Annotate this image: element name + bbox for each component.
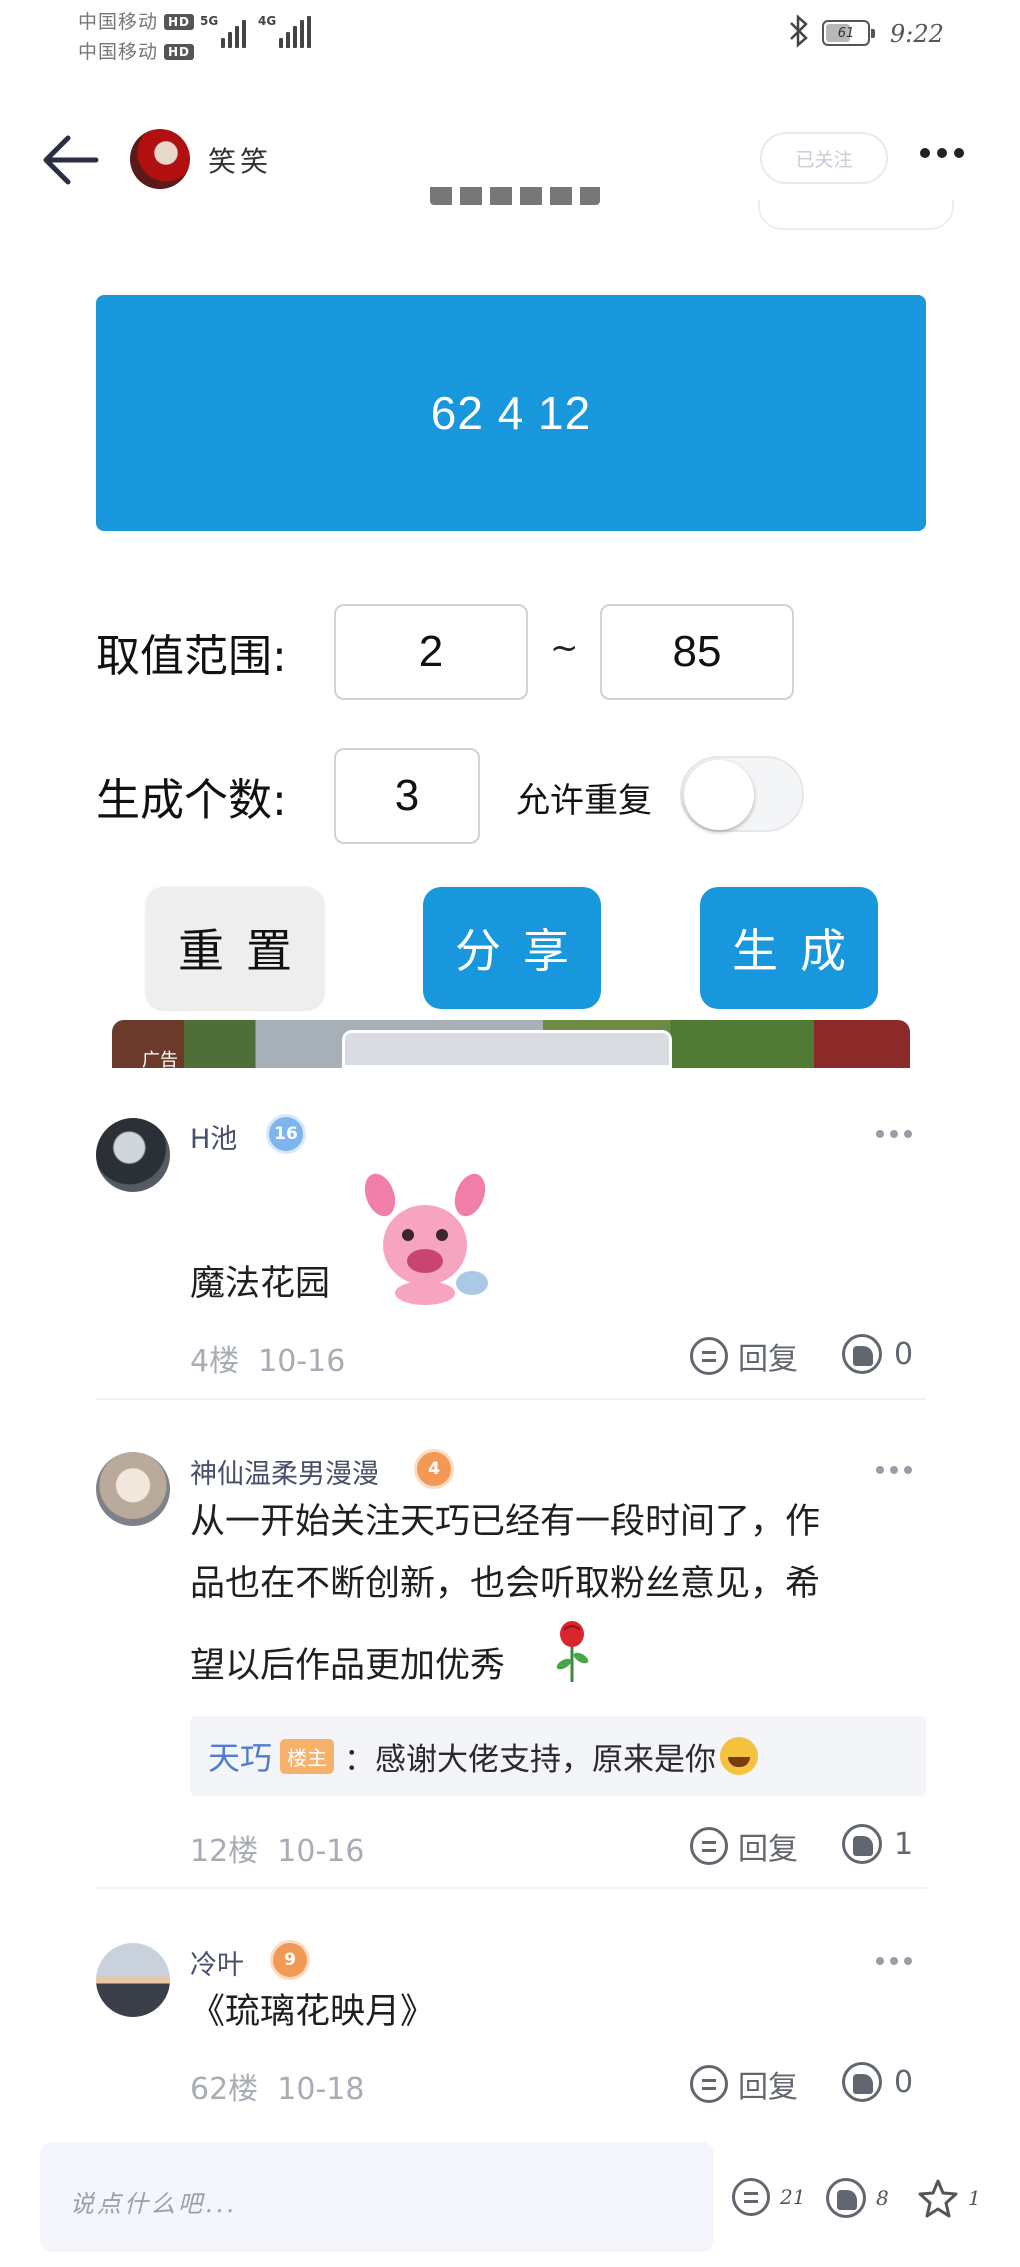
signal-4g-icon: 4G: [258, 14, 312, 48]
avatar[interactable]: [96, 1943, 170, 2017]
author-reply[interactable]: 天巧 楼主 ： 感谢大佬支持，原来是你: [190, 1716, 926, 1796]
avatar[interactable]: [96, 1118, 170, 1192]
comment-icon: [732, 2178, 770, 2216]
clipped-pill-decoration: [758, 200, 954, 230]
axolotl-sticker-icon: [364, 1173, 488, 1305]
ad-banner-art: [342, 1030, 672, 1068]
star-icon: [918, 2179, 958, 2218]
allow-repeat-toggle[interactable]: [680, 756, 804, 832]
like-button[interactable]: 0: [842, 2062, 913, 2102]
status-bar: 中国移动 HD 中国移动 HD 5G 4G 61 9:22: [0, 0, 1020, 70]
reply-text: 感谢大佬支持，原来是你: [375, 1741, 717, 1778]
comment-text-line-3: 望以后作品更加优秀: [190, 1646, 506, 1686]
bottom-action-bar: 说点什么吧... 21 8 1: [0, 2130, 1020, 2267]
generate-button[interactable]: 生成: [700, 887, 878, 1009]
range-separator: ~: [550, 628, 579, 668]
comment-text-line-2: 品也在不断创新，也会听取粉丝意见，希: [190, 1564, 821, 1604]
like-button[interactable]: 1: [842, 1824, 913, 1864]
comment-more-icon[interactable]: [876, 1130, 912, 1138]
bluetooth-icon: [788, 14, 810, 55]
like-button[interactable]: 0: [842, 1334, 913, 1374]
thumb-up-icon: [842, 2062, 882, 2102]
comment-more-icon[interactable]: [876, 1466, 912, 1474]
comment-date: 10-16: [258, 1344, 346, 1379]
author-name[interactable]: 笑笑: [208, 140, 272, 180]
comment-author[interactable]: H池: [190, 1117, 237, 1156]
rose-emoji-icon: [556, 1621, 589, 1682]
range-max-input[interactable]: 85: [600, 604, 794, 700]
comment-more-icon[interactable]: [876, 1957, 912, 1965]
carrier-1: 中国移动 HD: [78, 7, 195, 34]
comment-date: 10-16: [277, 1834, 365, 1869]
thumb-up-icon: [826, 2178, 866, 2218]
follow-button[interactable]: 已关注: [760, 132, 888, 184]
level-badge: 9: [270, 1940, 310, 1980]
reply-icon: [690, 1337, 728, 1375]
comment-author[interactable]: 神仙温柔男漫漫: [190, 1452, 379, 1491]
thumb-up-icon: [842, 1334, 882, 1374]
floor-number: 12楼: [190, 1834, 259, 1869]
floor-number: 62楼: [190, 2072, 259, 2107]
carrier-2: 中国移动 HD: [78, 37, 195, 64]
comment-text: 《琉璃花映月》: [190, 1992, 436, 2032]
comment-meta: 62楼 10-18: [190, 2064, 364, 2108]
signal-5g-icon: 5G: [200, 14, 247, 48]
reply-button[interactable]: 回复: [690, 1824, 798, 1868]
comment-date: 10-18: [277, 2072, 365, 2107]
count-input[interactable]: 3: [334, 748, 480, 844]
result-panel: 62 4 12: [96, 295, 926, 531]
range-min-input[interactable]: 2: [334, 604, 528, 700]
favorite-button[interactable]: 1: [918, 2178, 981, 2218]
reply-button[interactable]: 回复: [690, 1334, 798, 1378]
comments-count-button[interactable]: 21: [732, 2178, 805, 2216]
thumb-up-icon: [842, 1824, 882, 1864]
laugh-emoji-icon: [720, 1737, 759, 1775]
comment-text: 魔法花园: [190, 1264, 331, 1304]
comment-author[interactable]: 冷叶: [190, 1943, 244, 1982]
author-avatar[interactable]: [130, 129, 190, 189]
avatar[interactable]: [96, 1452, 170, 1526]
floor-number: 4楼: [190, 1344, 240, 1379]
result-numbers: 62 4 12: [430, 387, 592, 439]
comment-meta: 12楼 10-16: [190, 1826, 364, 1870]
comment-text-line-1: 从一开始关注天巧已经有一段时间了，作: [190, 1502, 821, 1542]
divider: [96, 1887, 926, 1889]
allow-repeat-label: 允许重复: [516, 781, 652, 821]
comment-input[interactable]: 说点什么吧...: [40, 2142, 714, 2252]
clock: 9:22: [890, 20, 944, 48]
ad-label: 广告: [142, 1050, 178, 1068]
reset-button[interactable]: 重置: [146, 887, 324, 1009]
owner-badge: 楼主: [280, 1738, 335, 1774]
like-count-button[interactable]: 8: [826, 2178, 889, 2218]
reply-icon: [690, 2065, 728, 2103]
reply-button[interactable]: 回复: [690, 2062, 798, 2106]
divider: [96, 1398, 926, 1400]
ad-banner[interactable]: 广告: [112, 1020, 910, 1068]
battery-icon: 61: [822, 20, 875, 46]
comment-meta: 4楼 10-16: [190, 1336, 345, 1380]
level-badge: 16: [266, 1114, 306, 1154]
count-label: 生成个数:: [96, 775, 287, 826]
level-badge: 4: [414, 1449, 454, 1489]
range-label: 取值范围:: [96, 631, 287, 682]
share-button[interactable]: 分享: [423, 887, 601, 1009]
reply-icon: [690, 1827, 728, 1865]
toggle-knob: [684, 760, 754, 830]
more-options-icon[interactable]: [920, 148, 964, 158]
reply-author[interactable]: 天巧: [208, 1733, 272, 1779]
back-arrow-icon[interactable]: [40, 132, 100, 188]
battery-text: 61: [837, 25, 855, 41]
clipped-text-decoration: [430, 187, 600, 205]
